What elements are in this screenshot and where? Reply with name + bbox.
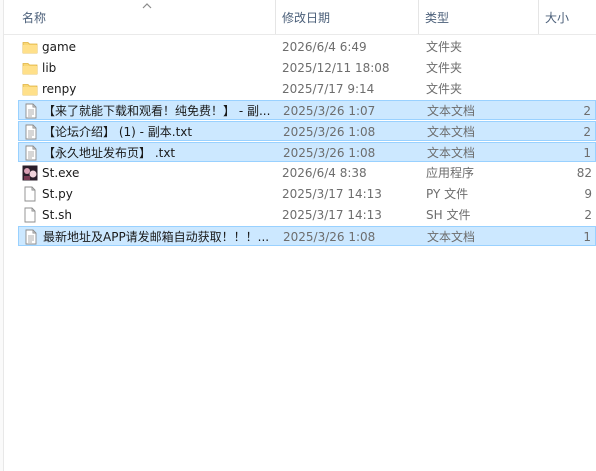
file-size: 1	[583, 230, 591, 244]
file-type: 应用程序	[426, 166, 475, 180]
file-type: 文本文档	[427, 146, 476, 160]
file-size: 2	[583, 125, 591, 139]
text-file-icon	[23, 124, 39, 140]
file-row[interactable]: St.sh 2025/3/17 14:13 SH 文件 2	[18, 205, 596, 225]
column-header-size-label: 大小	[545, 11, 570, 25]
navigation-pane-edge	[0, 0, 4, 471]
file-modified-date: 2025/3/26 1:08	[283, 230, 376, 244]
file-row-selected[interactable]: 【来了就能下载和观看！纯免费！】 - 副... 2025/3/26 1:07 文本文…	[18, 100, 596, 120]
file-size: 2	[584, 208, 592, 222]
file-row[interactable]: lib 2025/12/11 18:08 文件夹	[18, 58, 596, 78]
column-header-type-label: 类型	[425, 11, 450, 25]
file-modified-date: 2026/6/4 8:38	[282, 166, 367, 180]
exe-app-icon	[22, 165, 38, 181]
file-size	[542, 37, 592, 57]
file-size: 82	[576, 166, 592, 180]
text-file-icon	[23, 103, 39, 119]
text-file-icon	[23, 229, 39, 245]
file-name: game	[42, 40, 77, 54]
column-header-type[interactable]: 类型	[419, 0, 539, 34]
file-row-selected[interactable]: 【论坛介绍】 (1) - 副本.txt 2025/3/26 1:08 文本文档 2	[18, 121, 596, 141]
file-name: renpy	[42, 82, 77, 96]
file-type: PY 文件	[426, 187, 469, 201]
file-name: 最新地址及APP请发邮箱自动获取！！！...	[43, 230, 270, 244]
file-row-selected[interactable]: 最新地址及APP请发邮箱自动获取！！！... 2025/3/26 1:08 文本文档…	[18, 226, 596, 246]
file-row-selected[interactable]: 【永久地址发布页】 .txt 2025/3/26 1:08 文本文档 1	[18, 142, 596, 162]
file-modified-date: 2025/12/11 18:08	[282, 61, 390, 75]
file-modified-date: 2025/3/17 14:13	[282, 187, 382, 201]
blank-file-icon	[22, 186, 38, 202]
folder-icon	[22, 39, 38, 55]
text-file-icon	[23, 145, 39, 161]
file-type: 文本文档	[427, 104, 476, 118]
folder-icon	[22, 81, 38, 97]
file-name: St.sh	[42, 208, 72, 222]
file-name: 【永久地址发布页】 .txt	[43, 146, 176, 160]
file-modified-date: 2025/7/17 9:14	[282, 82, 375, 96]
column-header-bar: 名称 修改日期 类型 大小	[4, 0, 596, 35]
file-size	[542, 79, 592, 99]
file-modified-date: 2025/3/26 1:07	[283, 104, 376, 118]
file-size	[542, 58, 592, 78]
file-row[interactable]: St.py 2025/3/17 14:13 PY 文件 9	[18, 184, 596, 204]
file-row[interactable]: renpy 2025/7/17 9:14 文件夹	[18, 79, 596, 99]
sort-ascending-icon	[142, 3, 152, 9]
file-type: 文件夹	[426, 40, 463, 54]
file-size: 2	[583, 104, 591, 118]
file-name: 【来了就能下载和观看！纯免费！】 - 副...	[43, 104, 271, 118]
column-header-size[interactable]: 大小	[539, 0, 596, 34]
file-name: 【论坛介绍】 (1) - 副本.txt	[43, 125, 193, 139]
file-size: 1	[583, 146, 591, 160]
file-row[interactable]: game 2026/6/4 6:49 文件夹	[18, 37, 596, 57]
column-header-date-label: 修改日期	[282, 11, 331, 25]
file-name: lib	[42, 61, 57, 75]
file-type: SH 文件	[426, 208, 471, 222]
file-type: 文本文档	[427, 125, 476, 139]
file-type: 文件夹	[426, 82, 463, 96]
column-header-date[interactable]: 修改日期	[276, 0, 418, 34]
file-modified-date: 2025/3/26 1:08	[283, 146, 376, 160]
folder-icon	[22, 60, 38, 76]
file-modified-date: 2026/6/4 6:49	[282, 40, 367, 54]
file-name: St.py	[42, 187, 73, 201]
file-type: 文件夹	[426, 61, 463, 75]
file-size: 9	[584, 187, 592, 201]
file-type: 文本文档	[427, 230, 476, 244]
file-modified-date: 2025/3/17 14:13	[282, 208, 382, 222]
file-explorer-window: 名称 修改日期 类型 大小 game 2026/6/4 6:49 文件夹 lib 202…	[0, 0, 596, 471]
blank-file-icon	[22, 207, 38, 223]
file-name: St.exe	[42, 166, 80, 180]
column-header-name-label: 名称	[22, 11, 47, 25]
file-row[interactable]: St.exe 2026/6/4 8:38 应用程序 82	[18, 163, 596, 183]
file-modified-date: 2025/3/26 1:08	[283, 125, 376, 139]
